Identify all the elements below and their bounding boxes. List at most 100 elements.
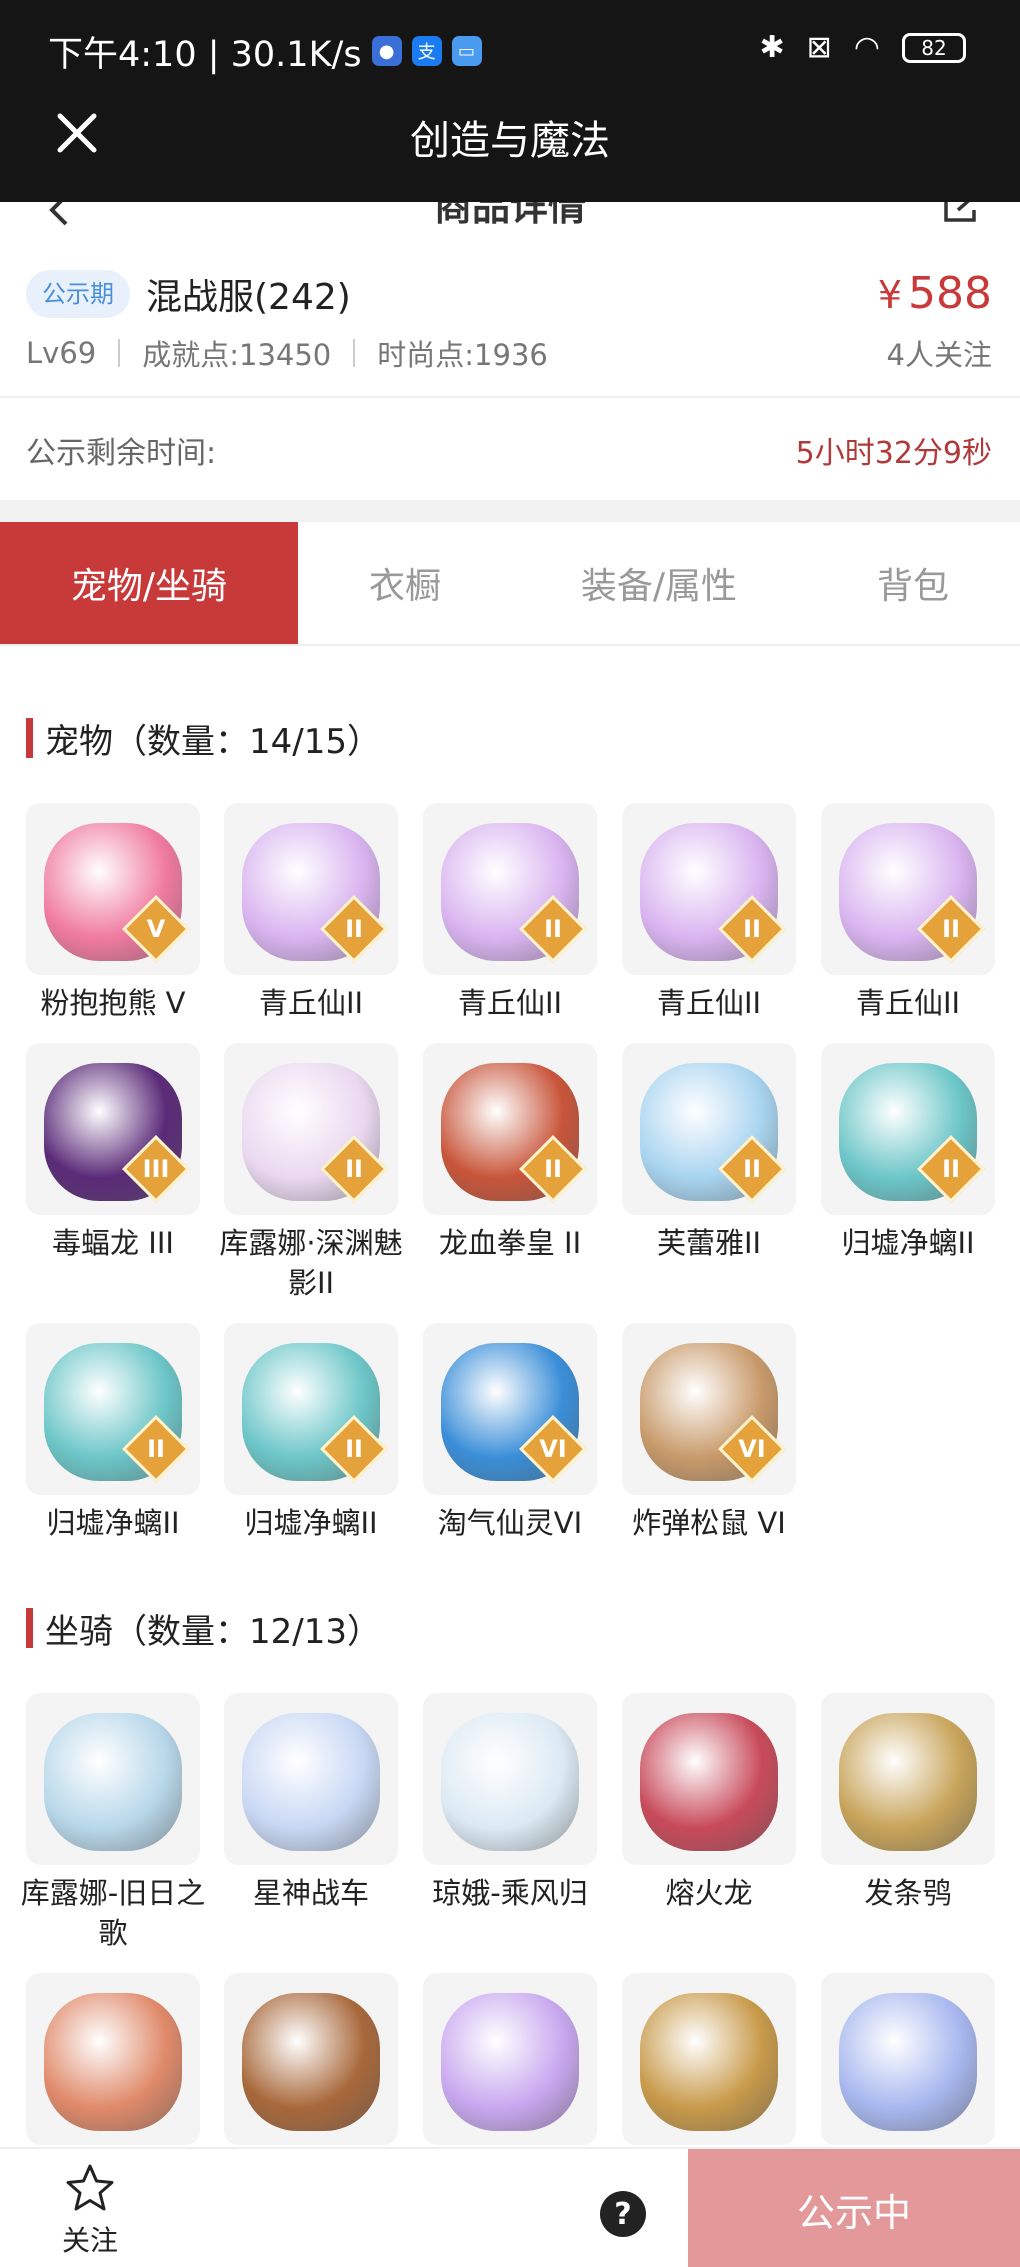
pet-card[interactable]: II 归墟净螭II bbox=[26, 1323, 200, 1543]
item-label: 归墟净螭II bbox=[46, 1506, 180, 1540]
item-artwork bbox=[44, 1993, 182, 2131]
item-label: 炸弹松鼠 VI bbox=[632, 1506, 786, 1540]
battery-icon: 82 bbox=[902, 32, 966, 63]
pet-card[interactable]: II 龙血拳皇 II bbox=[423, 1043, 597, 1263]
item-artwork bbox=[640, 1993, 778, 2131]
pet-card[interactable]: II 青丘仙II bbox=[423, 803, 597, 1023]
mount-card[interactable]: 库露娜-旧日之歌 bbox=[21, 1693, 205, 1953]
mounts-section-title: 坐骑（数量：12/13） bbox=[26, 1606, 381, 1652]
divider bbox=[353, 339, 356, 367]
item-label: 青丘仙II bbox=[656, 986, 762, 1020]
grade-text: II bbox=[544, 915, 562, 943]
pets-section-title: 宠物（数量：14/15） bbox=[26, 716, 381, 762]
app-notification-icon: ● bbox=[371, 36, 402, 66]
remain-time-label: 公示剩余时间: bbox=[26, 436, 217, 471]
pets-title-text: 宠物（数量：14/15） bbox=[45, 721, 381, 762]
status-time-speed: 下午4:10 | 30.1K/s bbox=[48, 34, 362, 75]
item-thumbnail bbox=[622, 1693, 796, 1865]
currency-symbol: ¥ bbox=[877, 273, 903, 317]
grade-text: VI bbox=[539, 1435, 567, 1463]
item-label: 库露娜·深渊魅影II bbox=[219, 1226, 403, 1300]
item-label: 毒蝠龙 III bbox=[52, 1226, 174, 1260]
tab-pets-mounts[interactable]: 宠物/坐骑 bbox=[0, 522, 298, 644]
mount-card[interactable] bbox=[622, 1973, 796, 2153]
status-bar: 下午4:10 | 30.1K/s ● 支 ▭ bbox=[48, 28, 482, 75]
tab-backpack[interactable]: 背包 bbox=[806, 522, 1020, 644]
item-thumbnail bbox=[224, 1693, 398, 1865]
mounts-title-text: 坐骑（数量：12/13） bbox=[45, 1611, 381, 1652]
mount-card[interactable]: 星神战车 bbox=[224, 1693, 398, 1913]
divider bbox=[118, 339, 121, 367]
item-thumbnail bbox=[821, 1693, 995, 1865]
item-thumbnail: II bbox=[26, 1323, 200, 1495]
item-thumbnail bbox=[423, 1973, 597, 2145]
grade-text: II bbox=[544, 1155, 562, 1183]
item-label: 青丘仙II bbox=[457, 986, 563, 1020]
follow-button[interactable]: 关注 bbox=[50, 2163, 130, 2259]
item-label: 归墟净螭II bbox=[841, 1226, 975, 1260]
pet-card[interactable]: VI 淘气仙灵VI bbox=[423, 1323, 597, 1543]
grade-text: II bbox=[345, 1435, 363, 1463]
share-icon[interactable] bbox=[940, 202, 980, 224]
pet-card[interactable]: II 归墟净螭II bbox=[224, 1323, 398, 1543]
item-artwork bbox=[839, 1993, 977, 2131]
tab-bar: 宠物/坐骑 衣橱 装备/属性 背包 bbox=[0, 522, 1020, 646]
item-label: 青丘仙II bbox=[855, 986, 961, 1020]
item-thumbnail: II bbox=[224, 1323, 398, 1495]
remain-time-value: 5小时32分9秒 bbox=[795, 436, 992, 471]
public-status-button[interactable]: 公示中 bbox=[688, 2149, 1020, 2267]
pet-card[interactable]: II 青丘仙II bbox=[622, 803, 796, 1023]
level: Lv69 bbox=[26, 336, 97, 370]
item-thumbnail: VI bbox=[423, 1323, 597, 1495]
mount-card[interactable]: 琼娥-乘风归 bbox=[423, 1693, 597, 1913]
item-label: 琼娥-乘风归 bbox=[432, 1876, 588, 1910]
grade-text: III bbox=[142, 1155, 170, 1183]
item-thumbnail: II bbox=[622, 803, 796, 975]
mount-card[interactable] bbox=[26, 1973, 200, 2153]
mount-card[interactable]: 发条鸮 bbox=[821, 1693, 995, 1913]
item-thumbnail: II bbox=[821, 1043, 995, 1215]
item-artwork bbox=[839, 1713, 977, 1851]
pet-card[interactable]: II 芙蕾雅II bbox=[622, 1043, 796, 1263]
product-name: 混战服(242) bbox=[146, 277, 351, 318]
alipay-icon: 支 bbox=[411, 36, 442, 66]
follower-count: 4人关注 bbox=[886, 338, 992, 372]
item-label: 青丘仙II bbox=[258, 986, 364, 1020]
mount-card[interactable] bbox=[224, 1973, 398, 2153]
top-bar: 下午4:10 | 30.1K/s ● 支 ▭ ✱ ⊠ ◠ 82 创造与魔法 bbox=[0, 0, 1020, 202]
section-gap bbox=[0, 500, 1020, 522]
pet-card[interactable]: II 库露娜·深渊魅影II bbox=[219, 1043, 403, 1303]
bottom-bar: 关注 ? 公示中 bbox=[0, 2147, 1020, 2267]
grade-text: II bbox=[743, 915, 761, 943]
item-thumbnail: III bbox=[26, 1043, 200, 1215]
pet-card[interactable]: II 青丘仙II bbox=[821, 803, 995, 1023]
item-thumbnail: II bbox=[622, 1043, 796, 1215]
item-thumbnail: V bbox=[26, 803, 200, 975]
tab-equipment[interactable]: 装备/属性 bbox=[512, 522, 806, 644]
price: ¥588 bbox=[878, 268, 992, 319]
pet-card[interactable]: VI 炸弹松鼠 VI bbox=[622, 1323, 796, 1543]
item-label: 归墟净螭II bbox=[244, 1506, 378, 1540]
pet-card[interactable]: II 归墟净螭II bbox=[821, 1043, 995, 1263]
pet-card[interactable]: II 青丘仙II bbox=[224, 803, 398, 1023]
item-thumbnail bbox=[821, 1973, 995, 2145]
mount-card[interactable]: 熔火龙 bbox=[622, 1693, 796, 1913]
section-marker bbox=[26, 1608, 33, 1648]
fashion-points: 时尚点:1936 bbox=[377, 338, 548, 372]
subpage-title: 商品详情 bbox=[433, 202, 586, 229]
product-meta: Lv69 成就点:13450 时尚点:1936 bbox=[26, 332, 548, 374]
tab-wardrobe[interactable]: 衣橱 bbox=[298, 522, 512, 644]
wallet-icon: ▭ bbox=[451, 36, 482, 66]
star-icon bbox=[66, 2164, 114, 2211]
mount-card[interactable] bbox=[423, 1973, 597, 2153]
grade-text: II bbox=[345, 915, 363, 943]
grade-text: VI bbox=[738, 1435, 766, 1463]
help-icon[interactable]: ? bbox=[600, 2191, 646, 2237]
pet-card[interactable]: III 毒蝠龙 III bbox=[26, 1043, 200, 1263]
follow-label: 关注 bbox=[61, 2224, 118, 2257]
grade-text: II bbox=[743, 1155, 761, 1183]
item-artwork bbox=[242, 1993, 380, 2131]
pet-card[interactable]: V 粉抱抱熊 V bbox=[26, 803, 200, 1023]
mount-card[interactable] bbox=[821, 1973, 995, 2153]
item-thumbnail bbox=[26, 1693, 200, 1865]
